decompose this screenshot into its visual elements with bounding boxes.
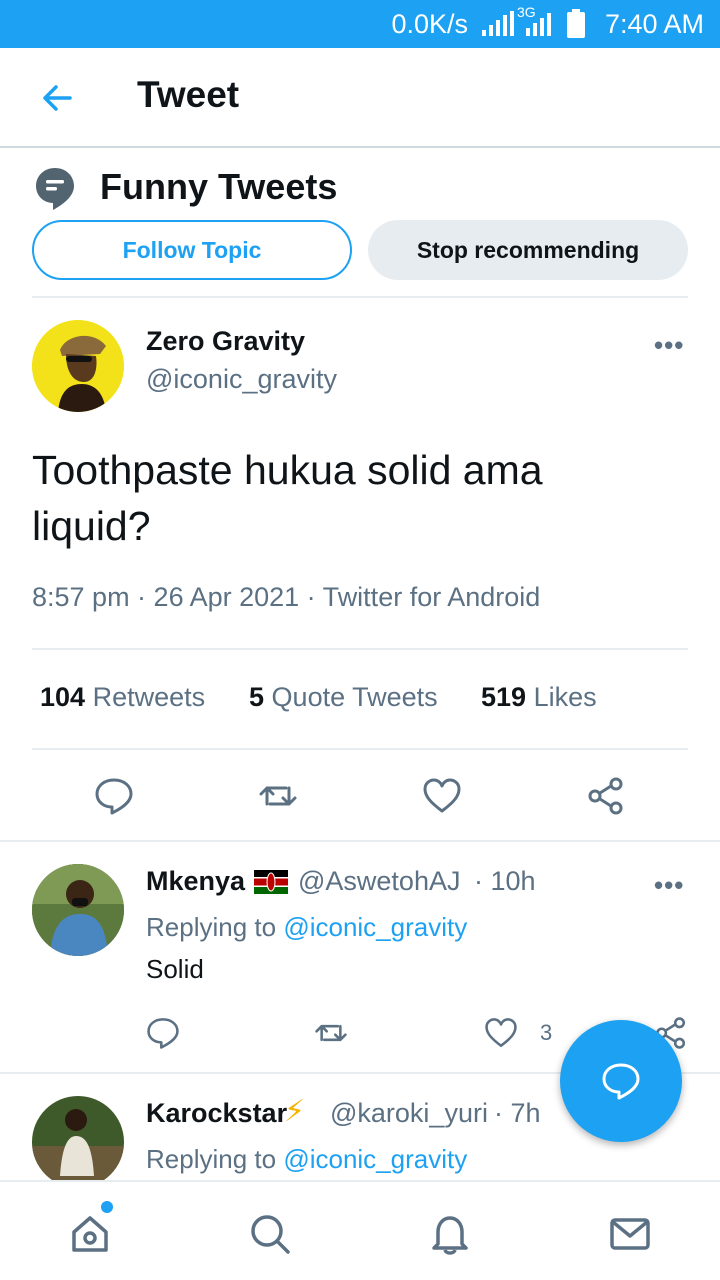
replying-to: Replying to @iconic_gravity xyxy=(146,1144,467,1175)
replying-to: Replying to @iconic_gravity xyxy=(146,912,467,943)
author-avatar[interactable] xyxy=(32,320,124,412)
quotes-label: Quote Tweets xyxy=(271,682,438,712)
stop-recommending-button[interactable]: Stop recommending xyxy=(368,220,688,280)
messages-mail-icon[interactable] xyxy=(608,1212,652,1256)
retweets-stat[interactable]: 104 Retweets xyxy=(40,682,205,713)
like-heart-icon[interactable] xyxy=(422,776,462,816)
share-icon[interactable] xyxy=(586,776,626,816)
retweet-icon[interactable] xyxy=(258,776,298,816)
clock: 7:40 AM xyxy=(604,9,704,39)
reply-author-handle[interactable]: @karoki_yuri xyxy=(330,1098,488,1129)
new-content-dot xyxy=(101,1201,113,1213)
reply-author-name[interactable]: Karockstar xyxy=(146,1098,287,1129)
reply-retweet-icon[interactable] xyxy=(314,1016,348,1050)
reply-bubble-icon xyxy=(602,1063,640,1100)
reply-more-options-icon[interactable]: ••• xyxy=(654,870,684,901)
tweet-text: Toothpaste hukua solid ama liquid? xyxy=(32,447,543,549)
topic-title: Funny Tweets xyxy=(100,166,338,207)
page-title: Tweet xyxy=(137,74,240,115)
reply-author-name[interactable]: Mkenya xyxy=(146,866,245,897)
replying-to-link[interactable]: @iconic_gravity xyxy=(283,1144,467,1174)
reply-icon[interactable] xyxy=(94,776,134,816)
author-handle[interactable]: @iconic_gravity xyxy=(146,364,337,395)
divider xyxy=(32,296,688,298)
app-header: Tweet xyxy=(0,48,720,148)
reply-like-icon[interactable] xyxy=(484,1016,518,1050)
signal-3g-icon xyxy=(526,13,551,36)
status-bar: 0.0K/s 3G 7:40 AM xyxy=(0,0,720,48)
battery-icon xyxy=(567,9,585,38)
quotes-stat[interactable]: 5 Quote Tweets xyxy=(249,682,438,713)
replying-to-prefix: Replying to xyxy=(146,1144,277,1174)
bottom-navigation xyxy=(0,1180,720,1280)
reply-text: Solid xyxy=(146,954,204,984)
likes-label: Likes xyxy=(533,682,597,712)
replying-to-prefix: Replying to xyxy=(146,912,277,942)
divider xyxy=(32,748,688,750)
topic-icon xyxy=(36,168,74,210)
lightning-emoji: ⚡ xyxy=(284,1095,306,1128)
avatar-photo-icon xyxy=(32,864,124,956)
author-name[interactable]: Zero Gravity xyxy=(146,326,305,357)
retweets-label: Retweets xyxy=(92,682,206,712)
follow-topic-button[interactable]: Follow Topic xyxy=(32,220,352,280)
compose-reply-button[interactable] xyxy=(560,1020,682,1142)
tweet-meta: 8:57 pm · 26 Apr 2021 · Twitter for Andr… xyxy=(32,582,541,612)
reply-avatar[interactable] xyxy=(32,1096,124,1188)
reply-time: · 7h xyxy=(494,1098,541,1128)
replying-to-link[interactable]: @iconic_gravity xyxy=(283,912,467,942)
back-arrow-icon[interactable] xyxy=(38,78,78,118)
divider xyxy=(32,648,688,650)
likes-stat[interactable]: 519 Likes xyxy=(481,682,597,713)
signal-icon xyxy=(482,11,514,36)
notifications-bell-icon[interactable] xyxy=(428,1212,472,1256)
likes-count: 519 xyxy=(481,682,527,712)
kenya-flag-icon xyxy=(254,870,288,894)
avatar-photo-icon xyxy=(32,1096,124,1188)
divider xyxy=(0,840,720,842)
retweets-count: 104 xyxy=(40,682,86,712)
quotes-count: 5 xyxy=(249,682,265,712)
reply-like-count: 3 xyxy=(540,1020,553,1045)
network-speed: 0.0K/s xyxy=(391,9,468,39)
home-icon[interactable] xyxy=(68,1212,112,1256)
search-icon[interactable] xyxy=(248,1212,292,1256)
reply-time: · 10h xyxy=(474,866,536,896)
reply-author-handle[interactable]: @AswetohAJ xyxy=(298,866,460,897)
reply-reply-icon[interactable] xyxy=(146,1016,180,1050)
more-options-icon[interactable]: ••• xyxy=(654,330,684,361)
avatar-portrait-icon xyxy=(32,320,124,412)
reply-avatar[interactable] xyxy=(32,864,124,956)
